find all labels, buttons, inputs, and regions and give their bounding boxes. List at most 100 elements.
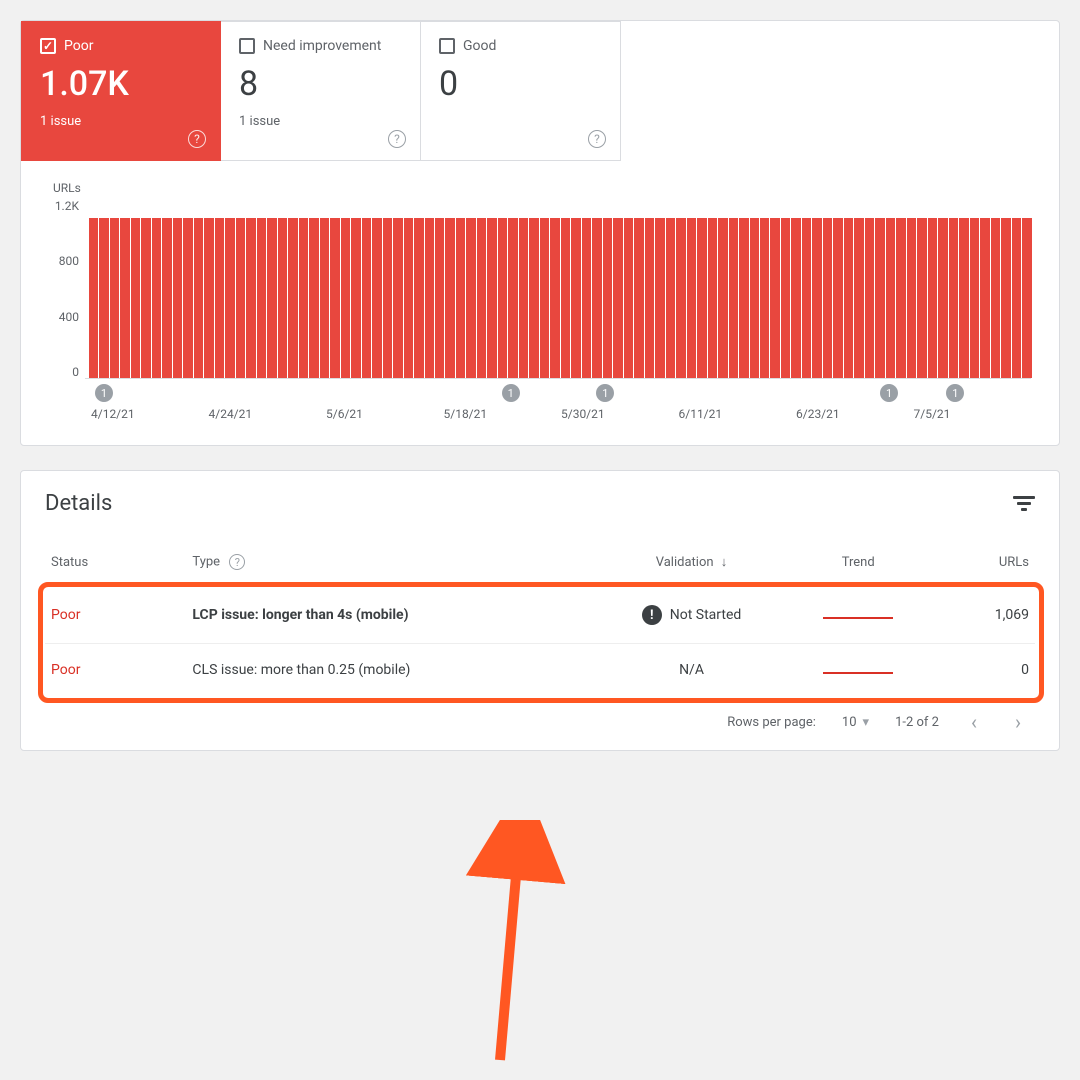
chart-bar [729, 218, 738, 378]
chart-bar [267, 218, 276, 378]
summary-sub: 1 issue [239, 114, 402, 129]
chart-bar [466, 218, 475, 378]
chart-bar [508, 218, 517, 378]
x-tick: 6/23/21 [796, 407, 914, 421]
cell-validation: N/A [611, 644, 773, 697]
col-trend[interactable]: Trend [772, 546, 944, 587]
chart-bar [487, 218, 496, 378]
chart-bar [603, 218, 612, 378]
cell-trend [772, 587, 944, 644]
sort-down-icon: ↓ [721, 555, 728, 570]
chart-area: URLs 1.2K8004000 11111 4/12/214/24/215/6… [21, 161, 1059, 445]
chart-bar [519, 218, 528, 378]
chart-bar [288, 218, 297, 378]
chart-bar [414, 218, 423, 378]
chart-bar [131, 218, 140, 378]
chart-bar [571, 218, 580, 378]
event-marker[interactable]: 1 [95, 384, 113, 402]
pager-next-icon[interactable]: › [1009, 710, 1027, 734]
summary-label: Need improvement [263, 38, 381, 54]
annotation-arrow [380, 820, 580, 1080]
col-validation-label: Validation [656, 555, 714, 570]
chart-y-axis: 1.2K8004000 [49, 199, 85, 379]
chart-bar [425, 218, 434, 378]
chart-bar [477, 218, 486, 378]
help-icon[interactable]: ? [388, 130, 406, 148]
event-marker[interactable]: 1 [596, 384, 614, 402]
help-icon[interactable]: ? [188, 130, 206, 148]
event-marker[interactable]: 1 [880, 384, 898, 402]
chart-bar [781, 218, 790, 378]
pager-range: 1-2 of 2 [895, 715, 939, 730]
chart-bar [666, 218, 675, 378]
chart-bar [949, 218, 958, 378]
chart-bar [875, 218, 884, 378]
x-tick: 5/18/21 [444, 407, 562, 421]
chart-bar [225, 218, 234, 378]
help-icon[interactable]: ? [588, 130, 606, 148]
chart-bar [141, 218, 150, 378]
chart-bar [980, 218, 989, 378]
chart-bar [99, 218, 108, 378]
table-row[interactable]: PoorCLS issue: more than 0.25 (mobile)N/… [45, 644, 1035, 697]
chart-bar [456, 218, 465, 378]
chart-bar [624, 218, 633, 378]
trend-sparkline [823, 617, 893, 619]
chart-bar [896, 218, 905, 378]
chart-bar [917, 218, 926, 378]
chart-bar [383, 218, 392, 378]
chart-bar [152, 218, 161, 378]
chart-bar [120, 218, 129, 378]
chart-bar [959, 218, 968, 378]
chart-bar [204, 218, 213, 378]
chart-bar [970, 218, 979, 378]
summary-card-good[interactable]: Good 0 ? [421, 21, 621, 161]
checkbox-icon [439, 38, 455, 54]
chart-bar [760, 218, 769, 378]
chart-bar [299, 218, 308, 378]
chart-bar [110, 218, 119, 378]
cell-status: Poor [45, 644, 186, 697]
chart-bar [561, 218, 570, 378]
filter-icon[interactable] [1013, 496, 1035, 511]
chart-bar [330, 218, 339, 378]
details-title: Details [45, 491, 112, 516]
chart-plot[interactable]: 11111 [85, 199, 1031, 379]
x-tick: 5/6/21 [326, 407, 444, 421]
col-validation[interactable]: Validation ↓ [611, 546, 773, 587]
chart-bar [833, 218, 842, 378]
chart-bar [854, 218, 863, 378]
rows-per-page-value: 10 [842, 715, 857, 730]
chart-bar [613, 218, 622, 378]
chart-bar [1001, 218, 1010, 378]
chart-bar [372, 218, 381, 378]
chart-bar [844, 218, 853, 378]
chart-bar [750, 218, 759, 378]
help-icon[interactable]: ? [229, 554, 245, 570]
details-card: Details Status Type ? Validation ↓ Trend… [20, 470, 1060, 751]
rows-per-page-select[interactable]: 10 ▾ [842, 715, 869, 730]
chart-bar [865, 218, 874, 378]
pager-prev-icon[interactable]: ‹ [965, 710, 983, 734]
event-marker[interactable]: 1 [502, 384, 520, 402]
chevron-down-icon: ▾ [863, 715, 870, 730]
col-status[interactable]: Status [45, 546, 186, 587]
chart-bar [550, 218, 559, 378]
x-tick: 4/24/21 [209, 407, 327, 421]
chart-bar [886, 218, 895, 378]
col-type[interactable]: Type ? [186, 546, 610, 587]
col-urls[interactable]: URLs [944, 546, 1035, 587]
chart-bar [445, 218, 454, 378]
chart-x-axis: 4/12/214/24/215/6/215/18/215/30/216/11/2… [91, 407, 1031, 421]
event-marker[interactable]: 1 [946, 384, 964, 402]
chart-bar [991, 218, 1000, 378]
chart-bar [173, 218, 182, 378]
chart-bar [634, 218, 643, 378]
cell-status: Poor [45, 587, 186, 644]
cell-urls: 1,069 [944, 587, 1035, 644]
summary-card-poor[interactable]: Poor 1.07K 1 issue ? [21, 21, 221, 161]
chart-bar [529, 218, 538, 378]
chart-bar [770, 218, 779, 378]
table-row[interactable]: PoorLCP issue: longer than 4s (mobile)!N… [45, 587, 1035, 644]
summary-card-need-improvement[interactable]: Need improvement 8 1 issue ? [221, 21, 421, 161]
